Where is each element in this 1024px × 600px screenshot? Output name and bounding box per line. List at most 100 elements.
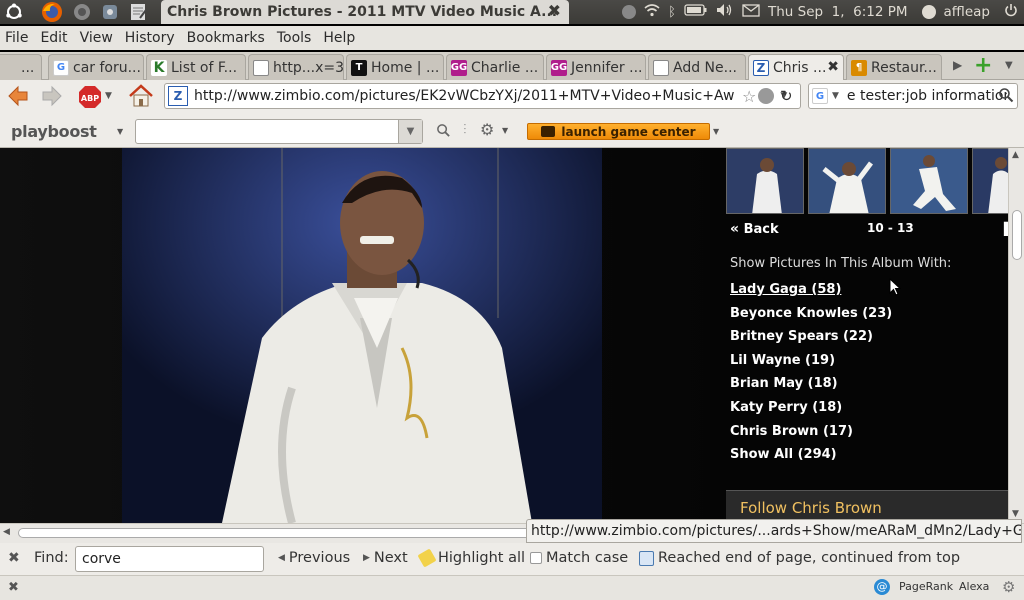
find-input[interactable]: corve <box>75 546 264 572</box>
vertical-scroll-thumb[interactable] <box>1012 210 1022 260</box>
forward-arrow-icon[interactable] <box>40 84 64 112</box>
close-tab-icon[interactable]: ✖ <box>827 59 839 75</box>
tab-0[interactable]: ... <box>0 54 42 80</box>
gear-dropdown-icon[interactable]: ▼ <box>502 126 508 135</box>
tab-2[interactable]: K List of F... <box>146 54 246 80</box>
launch-dropdown-icon[interactable]: ▼ <box>713 127 719 136</box>
scroll-up-icon[interactable]: ▲ <box>1012 150 1019 160</box>
tab-label: Jennifer ... <box>571 59 643 76</box>
filter-brian-may[interactable]: Brian May (18) <box>730 376 892 400</box>
settings-app-icon[interactable] <box>98 1 122 23</box>
alexa-label[interactable]: Alexa <box>959 580 989 593</box>
back-link[interactable]: « Back <box>730 221 779 237</box>
menu-file[interactable]: File <box>0 30 34 46</box>
bookmark-star-icon[interactable]: ☆ <box>742 87 756 106</box>
system-app-icon[interactable] <box>70 1 94 23</box>
tab-9[interactable]: ¶ Restaur... <box>846 54 942 80</box>
tab-scroll-right-icon[interactable]: ▶ <box>953 58 962 72</box>
thumbnail-3[interactable] <box>890 148 968 214</box>
find-previous-button[interactable]: ◀ Previous <box>278 550 350 566</box>
tab-4[interactable]: T Home | ... <box>346 54 444 80</box>
playboost-search-input[interactable]: ▼ <box>135 119 423 144</box>
filter-katy-perry[interactable]: Katy Perry (18) <box>730 400 892 424</box>
checkbox-icon[interactable] <box>530 552 542 564</box>
tab-label: List of F... <box>171 59 238 76</box>
find-next-button[interactable]: ▶ Next <box>363 550 408 566</box>
close-find-bar-icon[interactable]: ✖ <box>8 550 20 566</box>
close-window-icon[interactable]: ✖ <box>548 1 561 20</box>
thumbnail-1[interactable] <box>726 148 804 214</box>
search-engine-dropdown-icon[interactable]: ▼ <box>832 91 839 101</box>
filter-beyonce-knowles[interactable]: Beyonce Knowles (23) <box>730 306 892 330</box>
filter-show-all[interactable]: Show All (294) <box>730 447 892 471</box>
google-search-icon[interactable]: G <box>812 88 828 104</box>
filter-lady-gaga[interactable]: Lady Gaga (58) <box>730 282 892 306</box>
menu-edit[interactable]: Edit <box>34 30 73 46</box>
site-identity-icon[interactable]: Z <box>168 86 188 106</box>
tab-6[interactable]: GG Jennifer ... <box>546 54 646 80</box>
at-sign-icon[interactable]: @ <box>874 579 890 595</box>
match-case-checkbox[interactable]: Match case <box>530 550 628 566</box>
tab-1[interactable]: G car foru... <box>48 54 144 80</box>
tab-label: Charlie ... <box>471 59 539 76</box>
highlight-all-button[interactable]: Highlight all <box>417 548 525 568</box>
adblock-dropdown-icon[interactable]: ▼ <box>105 91 112 101</box>
thumbnail-2[interactable] <box>808 148 886 214</box>
battery-icon[interactable] <box>684 4 708 20</box>
back-arrow-icon[interactable] <box>6 84 30 112</box>
playboost-menu-icon[interactable]: ▼ <box>117 127 123 136</box>
launch-game-center-button[interactable]: launch game center <box>527 123 710 140</box>
pagerank-label[interactable]: PageRank <box>899 580 953 593</box>
tab-7[interactable]: Add Ne... <box>648 54 746 80</box>
filter-chris-brown[interactable]: Chris Brown (17) <box>730 424 892 448</box>
menu-history[interactable]: History <box>119 30 181 46</box>
main-photo[interactable] <box>122 148 602 523</box>
menu-bookmarks[interactable]: Bookmarks <box>181 30 271 46</box>
settings-gear-icon[interactable]: ⚙ <box>1002 578 1015 596</box>
tab-5[interactable]: GG Charlie ... <box>446 54 544 80</box>
bluetooth-icon[interactable]: ᛒ <box>668 5 676 20</box>
ubuntu-logo-icon[interactable] <box>2 1 26 23</box>
combo-dropdown-icon[interactable]: ▼ <box>398 120 422 143</box>
tab-8-active[interactable]: Z Chris ... ✖ <box>748 54 844 81</box>
firefox-icon[interactable] <box>40 1 64 23</box>
find-query[interactable]: corve <box>82 551 121 567</box>
search-text[interactable]: e tester:job information <box>847 88 1007 104</box>
volume-icon[interactable] <box>716 3 734 21</box>
filter-lil-wayne[interactable]: Lil Wayne (19) <box>730 353 892 377</box>
playboost-logo[interactable]: playboost <box>11 122 97 141</box>
reload-icon[interactable]: ↻ <box>780 87 798 105</box>
user-status-icon[interactable] <box>921 5 936 19</box>
sidebar: « Back 10 - 13 ▌ Show Pictures In This A… <box>724 148 1008 523</box>
text-editor-icon[interactable] <box>126 1 150 23</box>
scroll-left-icon[interactable]: ◀ <box>3 527 10 537</box>
reload-circle-icon[interactable] <box>758 88 775 104</box>
magnifier-icon[interactable] <box>436 123 451 142</box>
user-name[interactable]: affleap <box>944 4 990 20</box>
adblock-icon[interactable]: ABP <box>78 85 102 113</box>
url-bar[interactable]: Z http://www.zimbio.com/pictures/EK2vWCb… <box>164 83 801 109</box>
clock[interactable]: Thu Sep 1, 6:12 PM <box>768 4 908 20</box>
minimize-icon[interactable] <box>622 5 637 19</box>
home-icon[interactable] <box>128 84 154 112</box>
close-addon-bar-icon[interactable]: ✖ <box>8 580 19 595</box>
wifi-icon[interactable] <box>644 3 660 21</box>
filter-britney-spears[interactable]: Britney Spears (22) <box>730 329 892 353</box>
search-icon[interactable] <box>998 87 1014 107</box>
tab-list-icon[interactable]: ▼ <box>1005 60 1013 71</box>
menu-help[interactable]: Help <box>317 30 361 46</box>
menu-view[interactable]: View <box>74 30 119 46</box>
mail-icon[interactable] <box>742 3 760 21</box>
gear-icon[interactable]: ⚙ <box>480 120 494 139</box>
tab-3[interactable]: http...x=3 <box>248 54 344 80</box>
thumbnail-4[interactable] <box>972 148 1008 214</box>
vertical-scrollbar[interactable]: ▲ ▼ <box>1008 148 1024 523</box>
power-icon[interactable] <box>1004 3 1018 21</box>
menubar: File Edit View History Bookmarks Tools H… <box>0 26 1024 50</box>
search-bar[interactable]: G ▼ e tester:job information <box>808 83 1018 109</box>
url-text[interactable]: http://www.zimbio.com/pictures/EK2vWCbzY… <box>194 88 734 104</box>
scroll-down-icon[interactable]: ▼ <box>1012 509 1019 519</box>
new-tab-icon[interactable]: + <box>974 53 992 78</box>
window-title-bar[interactable]: Chris Brown Pictures - 2011 MTV Video Mu… <box>161 0 569 24</box>
menu-tools[interactable]: Tools <box>271 30 318 46</box>
